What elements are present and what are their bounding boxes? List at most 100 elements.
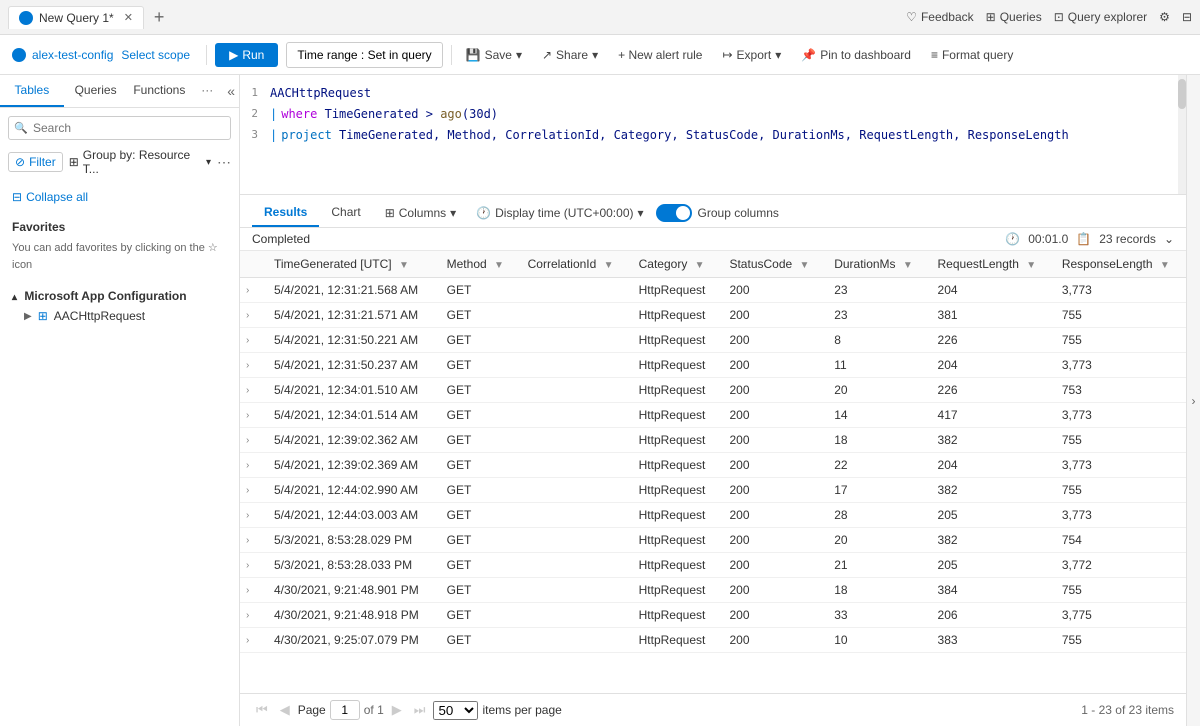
tab-functions[interactable]: Functions bbox=[127, 75, 191, 107]
tab-tables[interactable]: Tables bbox=[0, 75, 64, 107]
display-time-button[interactable]: 🕐 Display time (UTC+00:00) ▾ bbox=[468, 202, 651, 224]
table-cell: HttpRequest bbox=[629, 478, 720, 503]
row-expand-button[interactable]: › bbox=[240, 328, 264, 353]
table-cell: 204 bbox=[928, 278, 1052, 303]
pin-button[interactable]: 📌 Pin to dashboard bbox=[795, 44, 917, 66]
line-number-2: 2 bbox=[240, 105, 270, 123]
section-expand-icon[interactable]: ▴ bbox=[12, 292, 17, 303]
col-category[interactable]: Category ▼ bbox=[629, 251, 720, 278]
table-cell: GET bbox=[437, 528, 518, 553]
resp-filter-icon[interactable]: ▼ bbox=[1160, 260, 1170, 271]
tab-close-button[interactable]: ✕ bbox=[124, 11, 133, 24]
corr-filter-icon[interactable]: ▼ bbox=[604, 260, 614, 271]
keyword-where: where bbox=[281, 105, 317, 124]
items-per-page-label: items per page bbox=[482, 703, 561, 717]
table-row: ›5/4/2021, 12:34:01.510 AMGETHttpRequest… bbox=[240, 378, 1186, 403]
user-icon bbox=[12, 48, 26, 62]
row-expand-button[interactable]: › bbox=[240, 453, 264, 478]
row-expand-button[interactable]: › bbox=[240, 353, 264, 378]
row-expand-button[interactable]: › bbox=[240, 403, 264, 428]
next-page-button[interactable]: ▶ bbox=[388, 700, 406, 720]
col-response-length[interactable]: ResponseLength ▼ bbox=[1052, 251, 1186, 278]
first-page-button[interactable]: ⏮ bbox=[252, 700, 272, 720]
sidebar-collapse-button[interactable]: « bbox=[223, 75, 239, 107]
search-icon: 🔍 bbox=[14, 122, 28, 135]
req-filter-icon[interactable]: ▼ bbox=[1026, 260, 1036, 271]
right-panel-toggle[interactable]: › bbox=[1186, 75, 1200, 726]
col-status-code[interactable]: StatusCode ▼ bbox=[719, 251, 824, 278]
row-expand-button[interactable]: › bbox=[240, 603, 264, 628]
table-cell: 382 bbox=[928, 428, 1052, 453]
col-correlation-id[interactable]: CorrelationId ▼ bbox=[518, 251, 629, 278]
settings-button[interactable]: ⚙ bbox=[1159, 10, 1170, 24]
row-expand-button[interactable]: › bbox=[240, 503, 264, 528]
page-input[interactable] bbox=[330, 700, 360, 720]
layout-button[interactable]: ⊟ bbox=[1182, 10, 1192, 24]
table-cell: 200 bbox=[719, 328, 824, 353]
row-expand-button[interactable]: › bbox=[240, 428, 264, 453]
select-scope-button[interactable]: Select scope bbox=[121, 48, 190, 62]
row-expand-button[interactable]: › bbox=[240, 578, 264, 603]
table-cell: 755 bbox=[1052, 628, 1186, 653]
time-filter-icon[interactable]: ▼ bbox=[399, 260, 409, 271]
query-explorer-button[interactable]: ⊡ Query explorer bbox=[1054, 10, 1147, 24]
table-cell: GET bbox=[437, 353, 518, 378]
group-by-button[interactable]: ⊞ Group by: Resource T... ▾ bbox=[69, 148, 211, 176]
keyword-project: project bbox=[281, 126, 332, 145]
prev-page-button[interactable]: ◀ bbox=[276, 700, 294, 720]
tab-queries[interactable]: Queries bbox=[64, 75, 128, 107]
table-cell: 20 bbox=[824, 528, 927, 553]
col-method[interactable]: Method ▼ bbox=[437, 251, 518, 278]
search-wrapper: 🔍 bbox=[8, 116, 231, 140]
share-button[interactable]: ↗ Share ▾ bbox=[536, 44, 604, 66]
sidebar-options-button[interactable]: ⋯ bbox=[217, 154, 231, 171]
row-expand-button[interactable]: › bbox=[240, 303, 264, 328]
table-cell: 382 bbox=[928, 528, 1052, 553]
tab-chart[interactable]: Chart bbox=[319, 199, 372, 227]
export-button[interactable]: ↦ Export ▾ bbox=[716, 44, 787, 66]
pin-icon: 📌 bbox=[801, 48, 816, 62]
new-alert-button[interactable]: + New alert rule bbox=[612, 44, 708, 66]
save-button[interactable]: 💾 Save ▾ bbox=[460, 44, 528, 66]
editor-scrollbar[interactable] bbox=[1178, 75, 1186, 194]
row-expand-button[interactable]: › bbox=[240, 528, 264, 553]
row-expand-button[interactable]: › bbox=[240, 553, 264, 578]
sidebar-more-button[interactable]: ··· bbox=[191, 75, 223, 107]
collapse-all-button[interactable]: ⊟ Collapse all bbox=[0, 186, 239, 212]
table-cell bbox=[518, 578, 629, 603]
last-page-button[interactable]: ⏭ bbox=[410, 700, 430, 720]
run-button[interactable]: ▶ Run bbox=[215, 43, 278, 67]
user-config: alex-test-config bbox=[12, 48, 113, 62]
toggle-switch[interactable] bbox=[656, 204, 692, 222]
row-expand-button[interactable]: › bbox=[240, 478, 264, 503]
add-tab-button[interactable]: + bbox=[148, 5, 171, 30]
col-duration-ms[interactable]: DurationMs ▼ bbox=[824, 251, 927, 278]
table-cell: 755 bbox=[1052, 578, 1186, 603]
ms-table-item[interactable]: ▶ ⊞ AACHttpRequest bbox=[12, 307, 227, 325]
group-columns-toggle[interactable]: Group columns bbox=[656, 204, 779, 222]
query-editor[interactable]: 1 AACHttpRequest 2 | where TimeGenerated… bbox=[240, 75, 1186, 195]
method-filter-icon[interactable]: ▼ bbox=[494, 260, 504, 271]
filter-button[interactable]: ⊘ Filter bbox=[8, 152, 63, 172]
col-request-length[interactable]: RequestLength ▼ bbox=[928, 251, 1052, 278]
row-expand-button[interactable]: › bbox=[240, 628, 264, 653]
display-time-chevron-icon: ▾ bbox=[637, 206, 643, 220]
feedback-button[interactable]: ♡ Feedback bbox=[906, 10, 973, 24]
query-tab[interactable]: New Query 1* ✕ bbox=[8, 6, 144, 29]
expand-results-button[interactable]: ⌄ bbox=[1164, 232, 1174, 246]
per-page-select[interactable]: 50 100 200 bbox=[433, 701, 478, 720]
cat-filter-icon[interactable]: ▼ bbox=[695, 260, 705, 271]
status-filter-icon[interactable]: ▼ bbox=[800, 260, 810, 271]
time-range-button[interactable]: Time range : Set in query bbox=[286, 42, 442, 68]
col-time-generated[interactable]: TimeGenerated [UTC] ▼ bbox=[264, 251, 437, 278]
row-expand-button[interactable]: › bbox=[240, 278, 264, 303]
format-button[interactable]: ≡ Format query bbox=[925, 44, 1019, 66]
duration-filter-icon[interactable]: ▼ bbox=[903, 260, 913, 271]
columns-button[interactable]: ⊞ Columns ▾ bbox=[377, 202, 464, 224]
row-expand-button[interactable]: › bbox=[240, 378, 264, 403]
table-cell: HttpRequest bbox=[629, 378, 720, 403]
search-input[interactable] bbox=[8, 116, 231, 140]
queries-button[interactable]: ⊞ Queries bbox=[986, 10, 1042, 24]
table-cell: 20 bbox=[824, 378, 927, 403]
tab-results[interactable]: Results bbox=[252, 199, 319, 227]
